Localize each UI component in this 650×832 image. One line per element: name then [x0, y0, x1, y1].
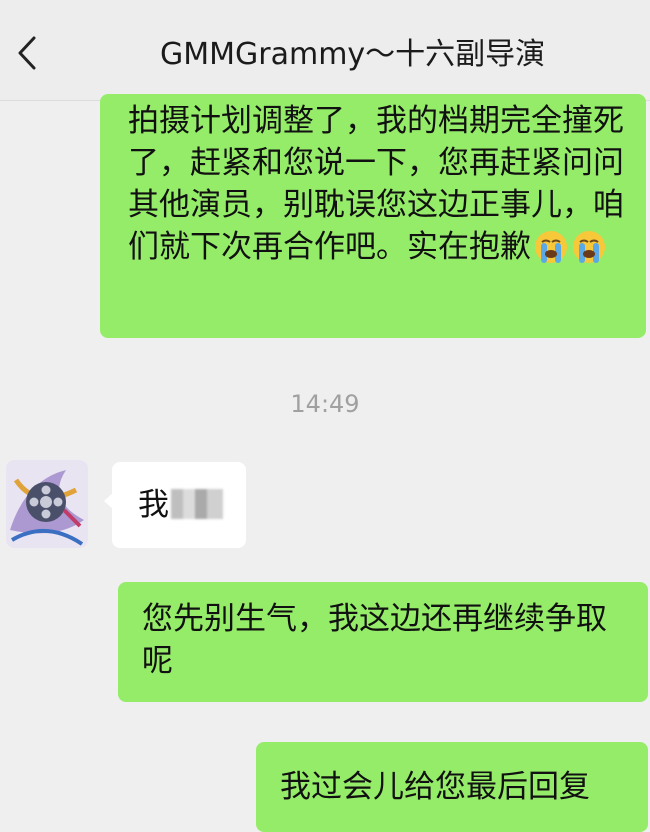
emoji-group — [533, 228, 609, 270]
sent-message-bubble[interactable]: 您先别生气，我这边还再继续争取呢 — [118, 582, 648, 702]
redacted-text-mosaic — [171, 489, 223, 519]
received-message-bubble[interactable]: 我 — [112, 462, 246, 548]
chat-title: GMMGrammy～十六副导演 — [160, 37, 546, 72]
contact-avatar[interactable] — [6, 460, 88, 548]
chat-area[interactable]: 拍摄计划调整了，我的档期完全撞死了，赶紧和您说一下，您再赶紧问问其他演员，别耽误… — [0, 94, 650, 832]
chevron-left-icon[interactable] — [10, 28, 50, 78]
sent-message-bubble[interactable]: 拍摄计划调整了，我的档期完全撞死了，赶紧和您说一下，您再赶紧问问其他演员，别耽误… — [100, 94, 646, 338]
sent-message-bubble[interactable]: 我过会儿给您最后回复 — [256, 742, 648, 832]
film-reel-avatar-image — [6, 460, 88, 548]
message-text: 我 — [138, 487, 169, 523]
chat-header: GMMGrammy～十六副导演 — [0, 0, 650, 101]
back-button[interactable] — [10, 28, 50, 78]
message-timestamp: 14:49 — [290, 390, 360, 418]
message-text: 我过会儿给您最后回复 — [280, 769, 590, 805]
loudly-crying-face-icon — [535, 230, 567, 263]
loudly-crying-face-icon — [573, 230, 605, 263]
message-text: 您先别生气，我这边还再继续争取呢 — [142, 601, 607, 679]
